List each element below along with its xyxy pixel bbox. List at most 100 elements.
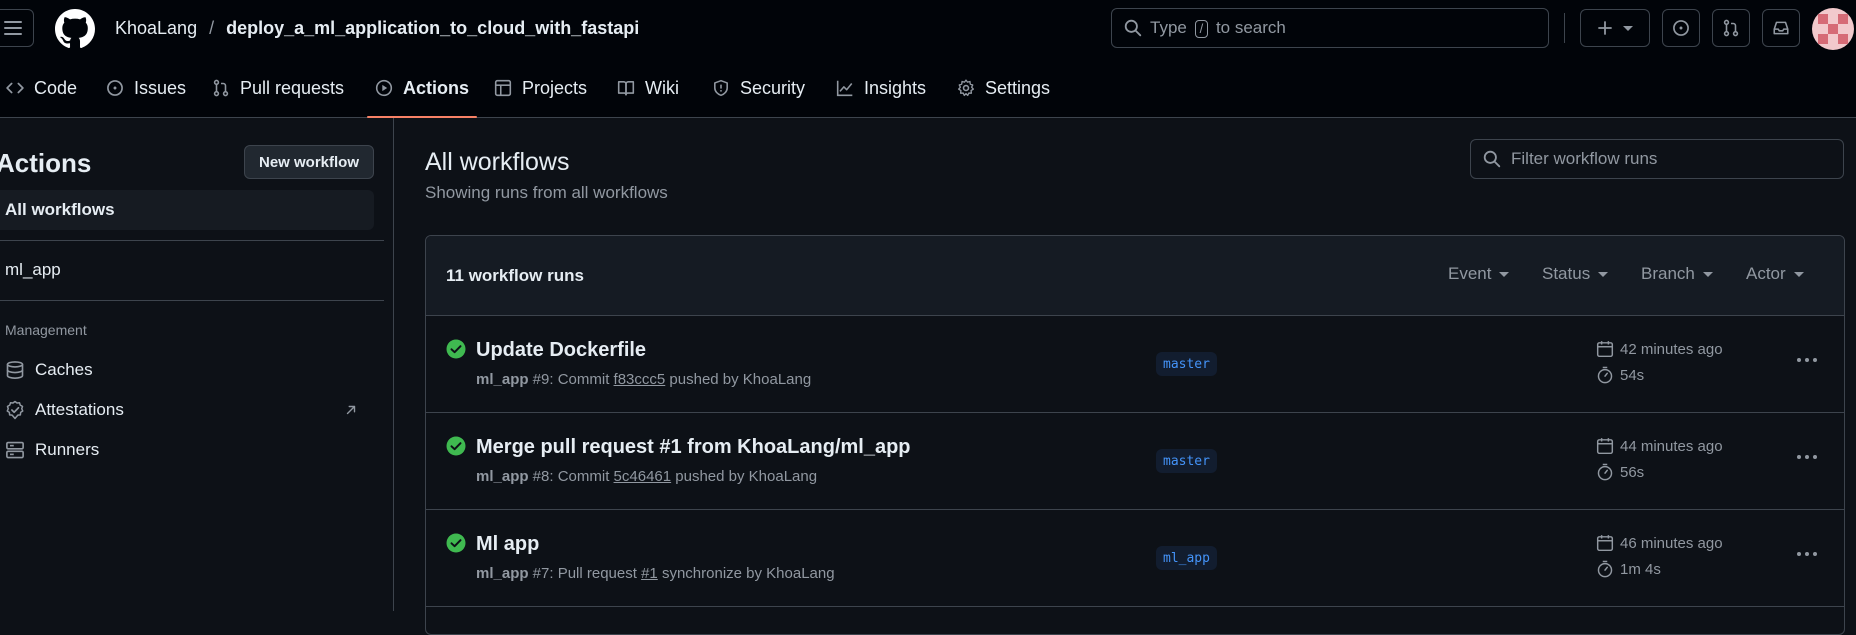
run-title[interactable]: Merge pull request #1 from KhoaLang/ml_a… <box>476 436 911 459</box>
workflow-runs-list: 11 workflow runs Event Status Branch Act… <box>425 235 1845 635</box>
external-link-icon <box>344 403 358 417</box>
issue-icon <box>107 80 123 96</box>
github-logo-icon[interactable] <box>55 9 95 49</box>
management-heading: Management <box>5 322 87 338</box>
branch-filter-dropdown[interactable]: Branch <box>1641 264 1713 284</box>
tab-insights[interactable]: Insights <box>836 58 926 118</box>
search-icon <box>1483 150 1501 168</box>
new-workflow-button[interactable]: New workflow <box>244 145 374 179</box>
run-workflow: ml_app <box>476 468 529 485</box>
tab-actions-label: Actions <box>403 77 470 98</box>
run-time: 46 minutes ago <box>1596 534 1723 552</box>
run-meta: ml_app #7: Pull request #1 synchronize b… <box>476 565 835 582</box>
run-meta: ml_app #9: Commit f83ccc5 pushed by Khoa… <box>476 371 811 388</box>
run-duration-text: 1m 4s <box>1620 560 1661 578</box>
status-filter-label: Status <box>1542 264 1591 283</box>
run-title[interactable]: Update Dockerfile <box>476 339 646 362</box>
actor-filter-dropdown[interactable]: Actor <box>1746 264 1804 284</box>
stopwatch-icon <box>1597 463 1613 481</box>
pull-requests-button[interactable] <box>1712 9 1750 47</box>
run-workflow: ml_app <box>476 565 529 582</box>
tab-issues-label: Issues <box>134 77 187 98</box>
tab-security[interactable]: Security <box>712 58 805 118</box>
page-title: All workflows <box>425 148 570 176</box>
issue-icon <box>1673 20 1689 36</box>
issues-button[interactable] <box>1662 9 1700 47</box>
tab-projects[interactable]: Projects <box>494 58 587 118</box>
run-ref-link[interactable]: #1 <box>641 565 658 582</box>
search-input[interactable]: Type / to search <box>1111 8 1549 48</box>
inbox-icon <box>1773 21 1789 35</box>
check-circle-fill-icon <box>446 436 466 456</box>
run-title[interactable]: Ml app <box>476 533 539 556</box>
table-row[interactable]: Update Dockerfile ml_app #9: Commit f83c… <box>426 316 1844 413</box>
tab-pull-requests[interactable]: Pull requests <box>212 58 344 118</box>
sidebar-item-label: Attestations <box>35 400 124 419</box>
run-meta-text: #9: Commit <box>528 371 614 388</box>
tab-settings[interactable]: Settings <box>957 58 1050 118</box>
tab-insights-label: Insights <box>864 77 927 98</box>
table-icon <box>494 79 512 97</box>
run-meta-text: synchronize by KhoaLang <box>657 565 835 582</box>
actor-filter-label: Actor <box>1746 264 1786 283</box>
calendar-icon <box>1596 535 1614 552</box>
kebab-menu-icon[interactable] <box>1796 446 1818 468</box>
chevron-down-icon <box>1702 271 1713 277</box>
tab-pull-requests-label: Pull requests <box>240 77 345 98</box>
repo-link[interactable]: deploy_a_ml_application_to_cloud_with_fa… <box>226 18 639 39</box>
event-filter-dropdown[interactable]: Event <box>1448 264 1510 284</box>
breadcrumb-separator: / <box>209 18 215 38</box>
avatar[interactable] <box>1812 8 1854 50</box>
branch-label[interactable]: master <box>1156 352 1217 376</box>
owner-link[interactable]: KhoaLang <box>115 18 197 39</box>
run-duration: 1m 4s <box>1596 560 1661 578</box>
run-duration-text: 56s <box>1620 463 1645 481</box>
status-filter-dropdown[interactable]: Status <box>1542 264 1609 284</box>
repo-nav: Code Issues Pull requests Actions Projec… <box>0 58 1856 118</box>
shield-icon <box>714 79 728 97</box>
pull-request-icon <box>1723 19 1739 37</box>
run-ref-link[interactable]: 5c46461 <box>614 468 672 485</box>
sidebar-item-label: Runners <box>35 440 100 459</box>
inbox-button[interactable] <box>1762 9 1800 47</box>
tab-code[interactable]: Code <box>6 58 77 118</box>
create-new-button[interactable] <box>1580 9 1650 47</box>
sidebar-item-runners[interactable]: Runners <box>5 440 99 460</box>
tab-actions[interactable]: Actions <box>366 58 478 118</box>
stopwatch-icon <box>1597 366 1613 384</box>
cache-icon <box>6 361 24 379</box>
sidebar-title: Actions <box>0 148 92 178</box>
run-ref-link[interactable]: f83ccc5 <box>614 371 666 388</box>
filter-placeholder: Filter workflow runs <box>1511 149 1658 168</box>
kebab-menu-icon[interactable] <box>1796 349 1818 371</box>
check-circle-fill-icon <box>446 339 466 359</box>
run-duration: 54s <box>1596 366 1644 384</box>
page-subtitle: Showing runs from all workflows <box>425 183 668 202</box>
table-row[interactable]: Merge pull request #1 from KhoaLang/ml_a… <box>426 413 1844 510</box>
tab-issues[interactable]: Issues <box>106 58 186 118</box>
tab-wiki[interactable]: Wiki <box>617 58 679 118</box>
branch-label[interactable]: ml_app <box>1156 546 1217 570</box>
branch-filter-label: Branch <box>1641 264 1695 283</box>
header-divider <box>1564 13 1565 43</box>
run-meta-text: pushed by KhoaLang <box>665 371 812 388</box>
tab-security-label: Security <box>740 77 806 98</box>
menu-button[interactable] <box>0 9 34 47</box>
kebab-menu-icon[interactable] <box>1796 543 1818 565</box>
sidebar-item-caches[interactable]: Caches <box>5 360 93 380</box>
sidebar-item-ml-app[interactable]: ml_app <box>5 260 61 280</box>
calendar-icon <box>1596 341 1614 358</box>
check-circle-fill-icon <box>446 533 466 553</box>
branch-label[interactable]: master <box>1156 449 1217 473</box>
table-row[interactable]: Ml app ml_app #7: Pull request #1 synchr… <box>426 510 1844 607</box>
chevron-down-icon <box>1499 271 1510 277</box>
stopwatch-icon <box>1597 560 1613 578</box>
search-shortcut-key: / <box>1194 20 1209 38</box>
filter-runs-input[interactable]: Filter workflow runs <box>1470 139 1844 179</box>
graph-icon <box>836 80 853 97</box>
pull-request-icon <box>213 79 229 97</box>
global-header: KhoaLang / deploy_a_ml_application_to_cl… <box>0 0 1856 58</box>
sidebar-item-all-workflows[interactable]: All workflows <box>0 190 374 230</box>
sidebar-item-attestations[interactable]: Attestations <box>5 400 124 420</box>
tab-wiki-label: Wiki <box>645 77 679 98</box>
